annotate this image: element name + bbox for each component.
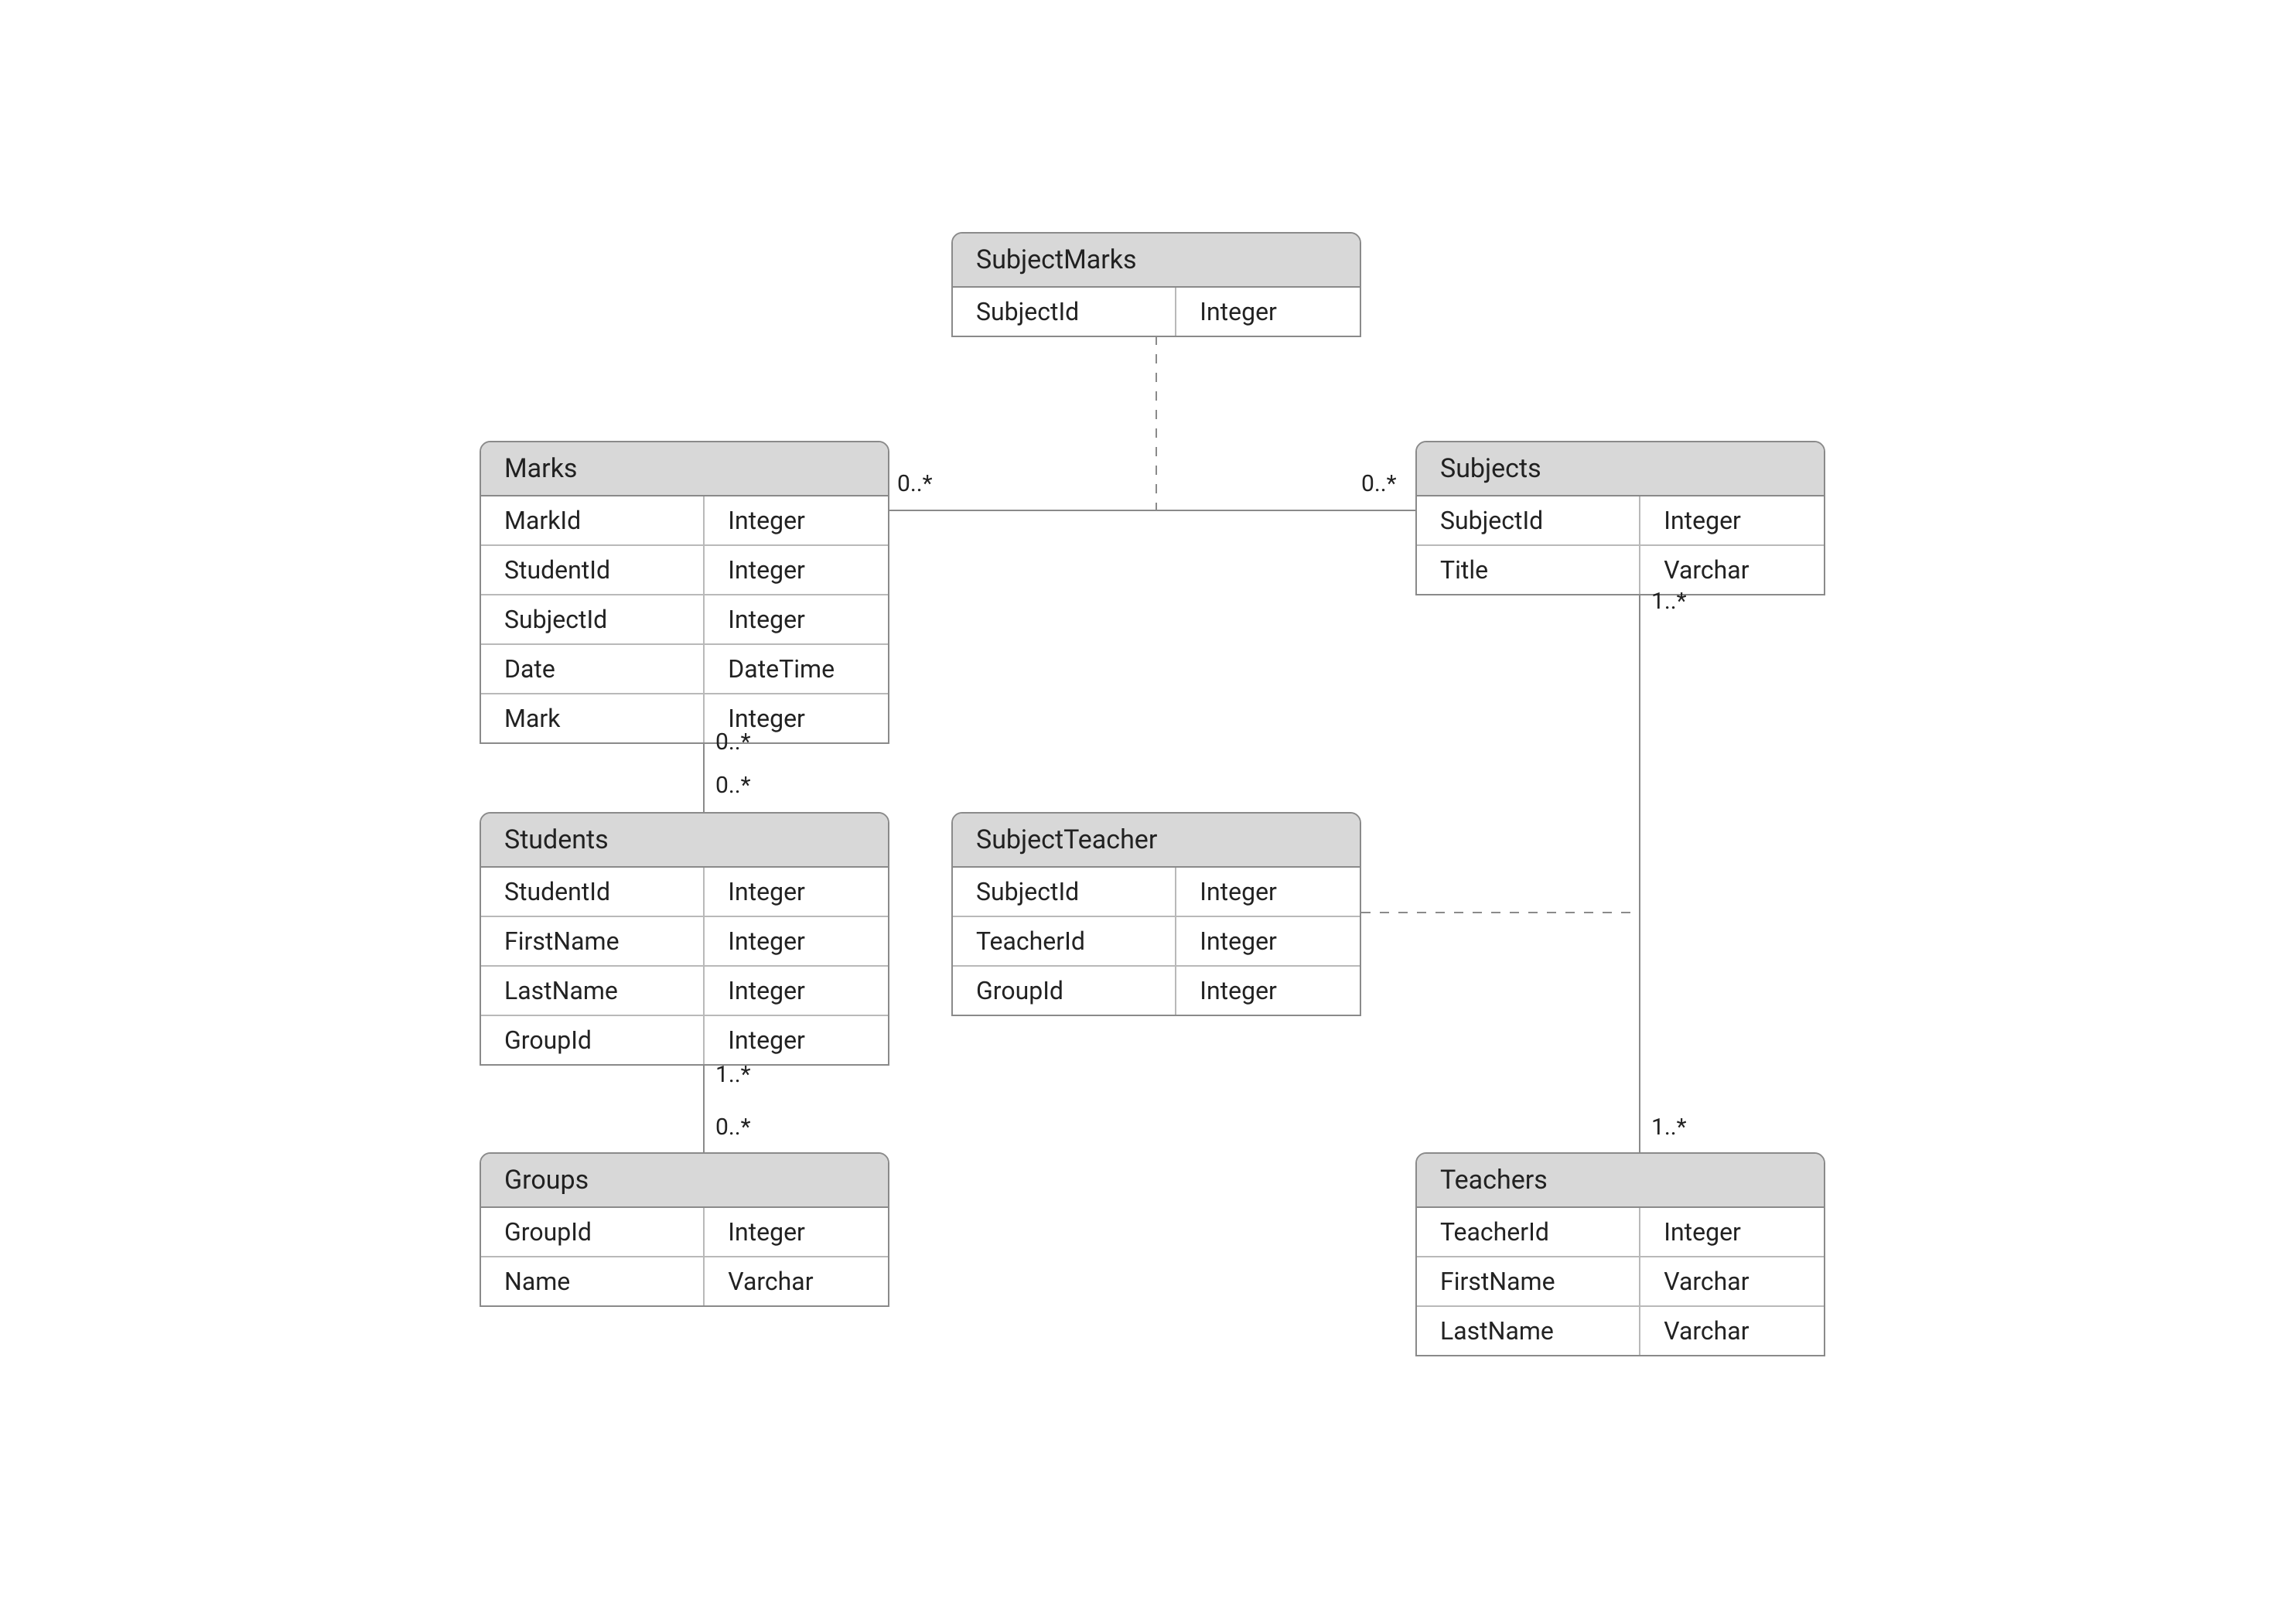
field-row: LastNameInteger <box>481 967 888 1016</box>
entity-rows: SubjectIdInteger <box>953 288 1360 336</box>
field-name: Mark <box>481 694 705 742</box>
field-type: Integer <box>705 595 888 643</box>
field-row: MarkIdInteger <box>481 496 888 546</box>
entity-teachers: Teachers TeacherIdIntegerFirstNameVarcha… <box>1415 1152 1825 1356</box>
field-name: Date <box>481 645 705 693</box>
field-type: Integer <box>705 868 888 916</box>
entity-title: SubjectMarks <box>953 234 1360 288</box>
entity-rows: SubjectIdIntegerTitleVarchar <box>1417 496 1824 594</box>
entity-students: Students StudentIdIntegerFirstNameIntege… <box>480 812 889 1066</box>
multiplicity-subjects-left: 0..* <box>1361 470 1397 497</box>
entity-title: Subjects <box>1417 442 1824 496</box>
field-type: DateTime <box>705 645 888 693</box>
multiplicity-students-bottom: 1..* <box>715 1061 751 1088</box>
field-type: Integer <box>1176 868 1360 916</box>
field-name: SubjectId <box>953 288 1176 336</box>
field-row: SubjectIdInteger <box>953 288 1360 336</box>
entity-rows: StudentIdIntegerFirstNameIntegerLastName… <box>481 868 888 1064</box>
field-row: TeacherIdInteger <box>953 917 1360 967</box>
field-row: NameVarchar <box>481 1257 888 1305</box>
entity-rows: SubjectIdIntegerTeacherIdIntegerGroupIdI… <box>953 868 1360 1015</box>
entity-rows: GroupIdIntegerNameVarchar <box>481 1208 888 1305</box>
field-name: TeacherId <box>953 917 1176 965</box>
field-row: TitleVarchar <box>1417 546 1824 594</box>
field-type: Varchar <box>705 1257 888 1305</box>
multiplicity-groups-top: 0..* <box>715 1114 751 1141</box>
entity-rows: MarkIdIntegerStudentIdIntegerSubjectIdIn… <box>481 496 888 742</box>
multiplicity-marks-right: 0..* <box>897 470 933 497</box>
entity-title: Teachers <box>1417 1154 1824 1208</box>
field-type: Integer <box>1640 496 1824 544</box>
field-type: Integer <box>1176 288 1360 336</box>
entity-subjects: Subjects SubjectIdIntegerTitleVarchar <box>1415 441 1825 595</box>
field-row: LastNameVarchar <box>1417 1307 1824 1355</box>
field-row: MarkInteger <box>481 694 888 742</box>
field-row: SubjectIdInteger <box>953 868 1360 917</box>
entity-subjectteacher: SubjectTeacher SubjectIdIntegerTeacherId… <box>951 812 1361 1016</box>
entity-subjectmarks: SubjectMarks SubjectIdInteger <box>951 232 1361 337</box>
field-name: TeacherId <box>1417 1208 1640 1256</box>
field-row: SubjectIdInteger <box>1417 496 1824 546</box>
multiplicity-students-top: 0..* <box>715 772 751 799</box>
field-name: LastName <box>1417 1307 1640 1355</box>
field-type: Integer <box>1640 1208 1824 1256</box>
field-name: FirstName <box>481 917 705 965</box>
field-name: FirstName <box>1417 1257 1640 1305</box>
field-type: Integer <box>1176 967 1360 1015</box>
field-type: Integer <box>705 1016 888 1064</box>
field-type: Integer <box>705 967 888 1015</box>
field-row: TeacherIdInteger <box>1417 1208 1824 1257</box>
field-row: SubjectIdInteger <box>481 595 888 645</box>
field-name: LastName <box>481 967 705 1015</box>
entity-rows: TeacherIdIntegerFirstNameVarcharLastName… <box>1417 1208 1824 1355</box>
field-name: SubjectId <box>481 595 705 643</box>
field-type: Integer <box>1176 917 1360 965</box>
field-name: Title <box>1417 546 1640 594</box>
diagram-canvas: SubjectMarks SubjectIdInteger Marks Mark… <box>0 0 2294 1624</box>
field-name: Name <box>481 1257 705 1305</box>
field-name: SubjectId <box>953 868 1176 916</box>
field-type: Integer <box>705 546 888 594</box>
multiplicity-marks-bottom: 0..* <box>715 728 751 756</box>
field-type: Integer <box>705 917 888 965</box>
field-row: StudentIdInteger <box>481 546 888 595</box>
entity-title: Students <box>481 814 888 868</box>
field-name: StudentId <box>481 868 705 916</box>
entity-groups: Groups GroupIdIntegerNameVarchar <box>480 1152 889 1307</box>
field-type: Integer <box>705 1208 888 1256</box>
field-row: FirstNameVarchar <box>1417 1257 1824 1307</box>
entity-marks: Marks MarkIdIntegerStudentIdIntegerSubje… <box>480 441 889 744</box>
multiplicity-subjects-bottom: 1..* <box>1651 588 1687 615</box>
entity-title: SubjectTeacher <box>953 814 1360 868</box>
field-row: DateDateTime <box>481 645 888 694</box>
field-name: StudentId <box>481 546 705 594</box>
field-type: Integer <box>705 496 888 544</box>
field-name: GroupId <box>481 1016 705 1064</box>
field-row: GroupIdInteger <box>481 1016 888 1064</box>
entity-title: Marks <box>481 442 888 496</box>
field-name: GroupId <box>953 967 1176 1015</box>
field-name: GroupId <box>481 1208 705 1256</box>
multiplicity-teachers-top: 1..* <box>1651 1114 1687 1141</box>
field-row: GroupIdInteger <box>481 1208 888 1257</box>
field-type: Varchar <box>1640 1257 1824 1305</box>
field-type: Varchar <box>1640 546 1824 594</box>
field-row: GroupIdInteger <box>953 967 1360 1015</box>
field-row: StudentIdInteger <box>481 868 888 917</box>
field-name: MarkId <box>481 496 705 544</box>
entity-title: Groups <box>481 1154 888 1208</box>
field-name: SubjectId <box>1417 496 1640 544</box>
field-type: Varchar <box>1640 1307 1824 1355</box>
field-row: FirstNameInteger <box>481 917 888 967</box>
